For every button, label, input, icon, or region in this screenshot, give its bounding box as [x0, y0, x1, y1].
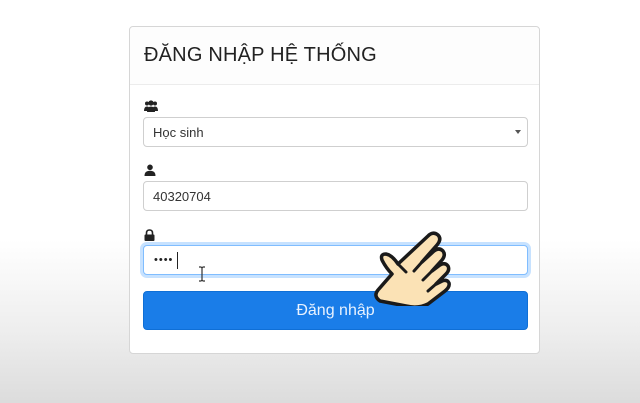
- page-title: ĐĂNG NHẬP HỆ THỐNG: [144, 44, 377, 66]
- ibeam-cursor-icon: [198, 266, 206, 287]
- text-caret: [177, 252, 178, 269]
- role-select[interactable]: Học sinh: [143, 117, 528, 147]
- user-icon: [144, 164, 158, 176]
- role-select-value: Học sinh: [153, 125, 204, 140]
- lock-icon: [144, 229, 158, 241]
- card-header: ĐĂNG NHẬP HỆ THỐNG: [130, 27, 539, 85]
- hand-pointer-icon: [370, 224, 460, 311]
- username-value: 40320704: [153, 189, 211, 204]
- username-input[interactable]: 40320704: [143, 181, 528, 211]
- chevron-down-icon: [515, 130, 521, 134]
- users-icon: [144, 100, 158, 112]
- password-masked-value: ••••: [154, 254, 174, 266]
- login-button[interactable]: Đăng nhập: [143, 291, 528, 330]
- login-card: ĐĂNG NHẬP HỆ THỐNG Học sinh 40320704 •••…: [129, 26, 540, 354]
